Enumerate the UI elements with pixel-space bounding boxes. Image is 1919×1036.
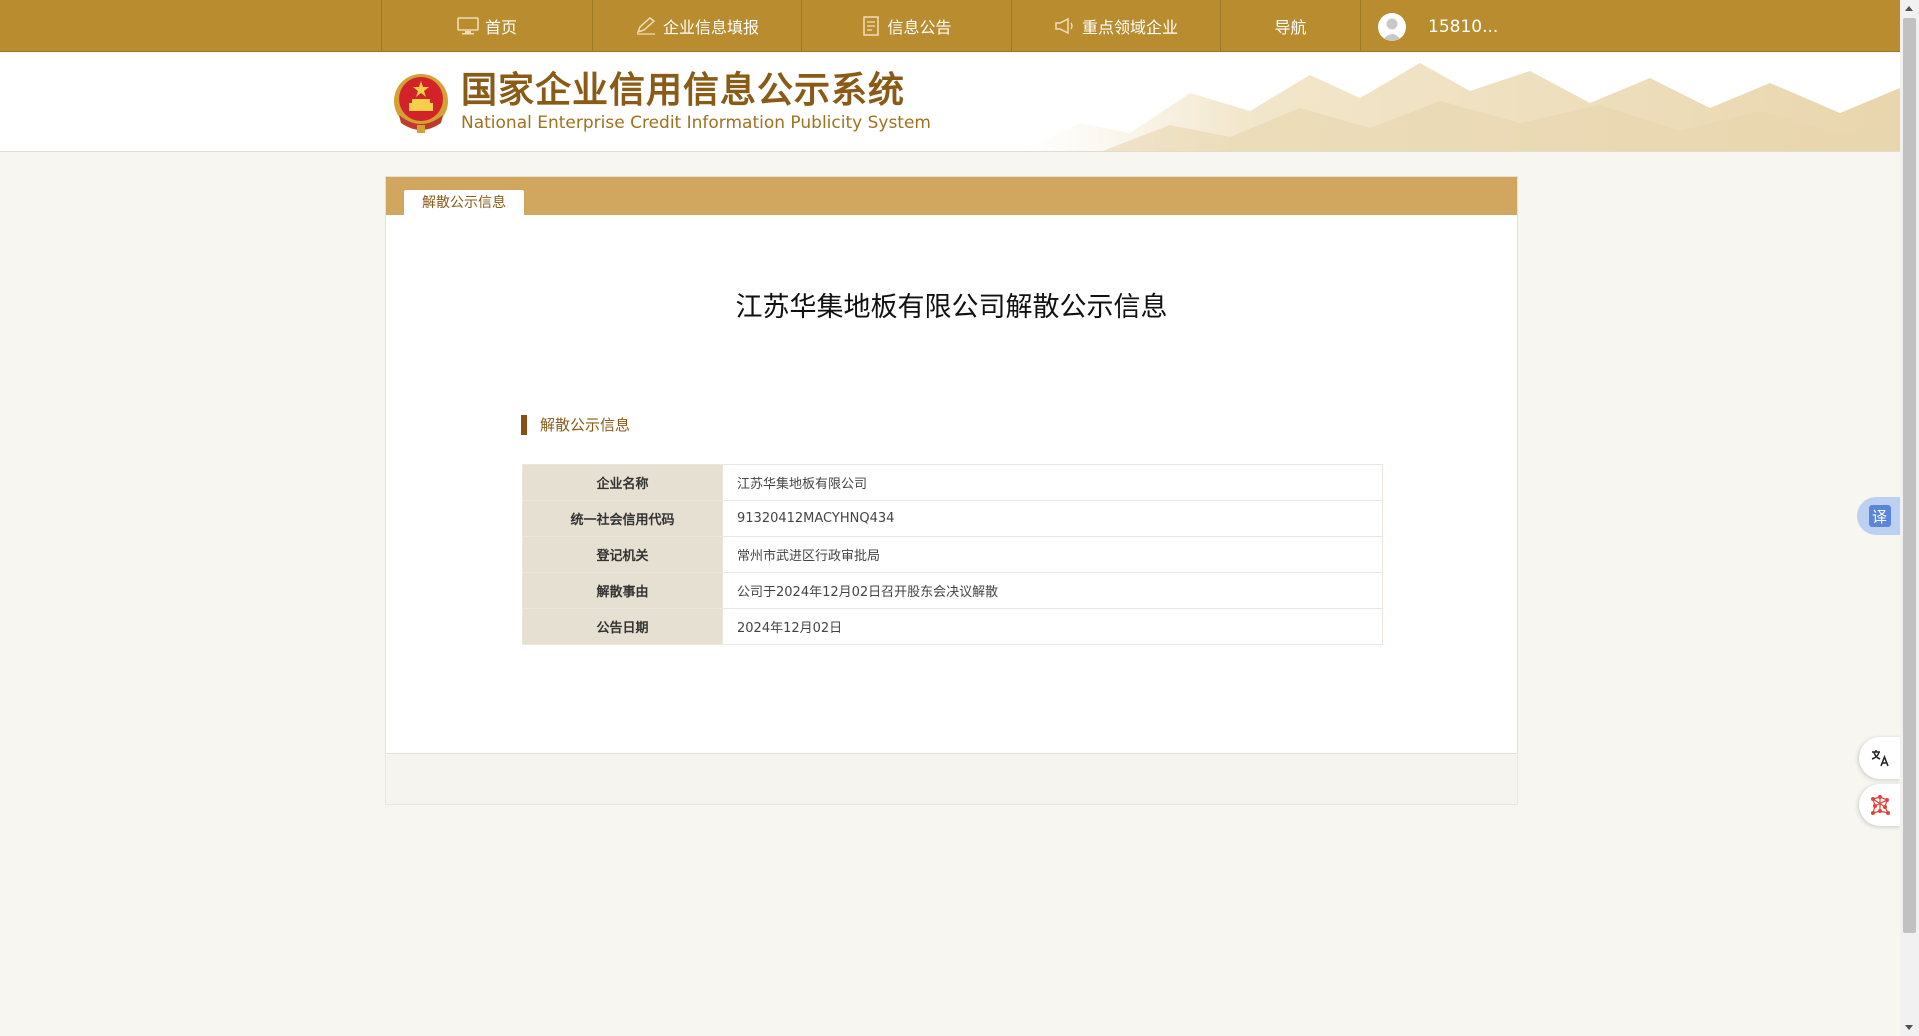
table-row: 统一社会信用代码 91320412MACYHNQ434 [522,500,1383,537]
nav-item-enterprise-report[interactable]: 企业信息填报 [592,0,801,52]
scrollbar-thumb[interactable] [1903,18,1916,933]
pen-icon [635,17,657,35]
row-key: 统一社会信用代码 [522,500,723,537]
monitor-icon [457,17,479,35]
nav-item-label: 首页 [484,18,517,37]
page-scrollbar[interactable] [1900,0,1919,1036]
row-value: 91320412MACYHNQ434 [722,500,1383,537]
panel-header: 解散公示信息 [386,177,1517,216]
tab-dissolution-info[interactable]: 解散公示信息 [404,190,524,216]
row-value: 公司于2024年12月02日召开股东会决议解散 [722,572,1383,609]
nav-item-label: 重点领域企业 [1081,18,1178,37]
site-title-en: National Enterprise Credit Information P… [461,113,931,133]
content-panel: 解散公示信息 江苏华集地板有限公司解散公示信息 解散公示信息 企业名称 江苏华集… [385,176,1518,754]
row-key: 公告日期 [522,608,723,645]
main-nav: 首页 企业信息填报 信息公告 重点领域企业 导航 [381,0,1361,52]
nav-item-label: 企业信息填报 [662,18,759,37]
table-row: 公告日期 2024年12月02日 [522,608,1383,645]
panel-footer [385,755,1518,805]
language-icon [1871,750,1889,767]
user-account[interactable]: 15810... [1378,13,1498,41]
row-key: 企业名称 [522,464,723,501]
row-value: 2024年12月02日 [722,608,1383,645]
table-row: 解散事由 公司于2024年12月02日召开股东会决议解散 [522,572,1383,609]
header-banner: 国家企业信用信息公示系统 National Enterprise Credit … [0,53,1900,152]
row-key: 登记机关 [522,536,723,573]
user-name: 15810... [1428,17,1499,37]
row-value: 江苏华集地板有限公司 [722,464,1383,501]
section-heading: 解散公示信息 [521,415,630,435]
site-title-cn: 国家企业信用信息公示系统 [461,70,906,111]
nav-item-navigation[interactable]: 导航 [1220,0,1361,52]
top-nav-bar: 首页 企业信息填报 信息公告 重点领域企业 导航 15810... [0,0,1900,52]
mountain-decoration [1022,63,1900,151]
table-row: 登记机关 常州市武进区行政审批局 [522,536,1383,573]
scroll-up-arrow[interactable] [1905,6,1913,11]
row-key: 解散事由 [522,572,723,609]
nav-item-key-sectors[interactable]: 重点领域企业 [1011,0,1220,52]
national-emblem-icon [394,74,448,133]
table-row: 企业名称 江苏华集地板有限公司 [522,464,1383,501]
network-icon [1871,795,1890,815]
language-switch-button[interactable] [1859,737,1901,779]
site-logo[interactable]: 国家企业信用信息公示系统 National Enterprise Credit … [391,69,931,135]
nav-item-announcements[interactable]: 信息公告 [801,0,1011,52]
nav-item-label: 导航 [1274,18,1307,37]
avatar [1378,13,1406,41]
page-title: 江苏华集地板有限公司解散公示信息 [735,292,1168,323]
scroll-down-arrow[interactable] [1905,1025,1913,1030]
megaphone-icon [1054,17,1076,35]
nav-item-home[interactable]: 首页 [381,0,592,52]
translate-icon: 译 [1868,505,1891,527]
assistant-float-button[interactable] [1859,784,1901,826]
row-value: 常州市武进区行政审批局 [722,536,1383,573]
document-icon [861,16,881,36]
nav-item-label: 信息公告 [887,18,952,37]
translate-float-button[interactable]: 译 [1857,497,1902,535]
dissolution-info-table: 企业名称 江苏华集地板有限公司 统一社会信用代码 91320412MACYHNQ… [522,464,1383,645]
